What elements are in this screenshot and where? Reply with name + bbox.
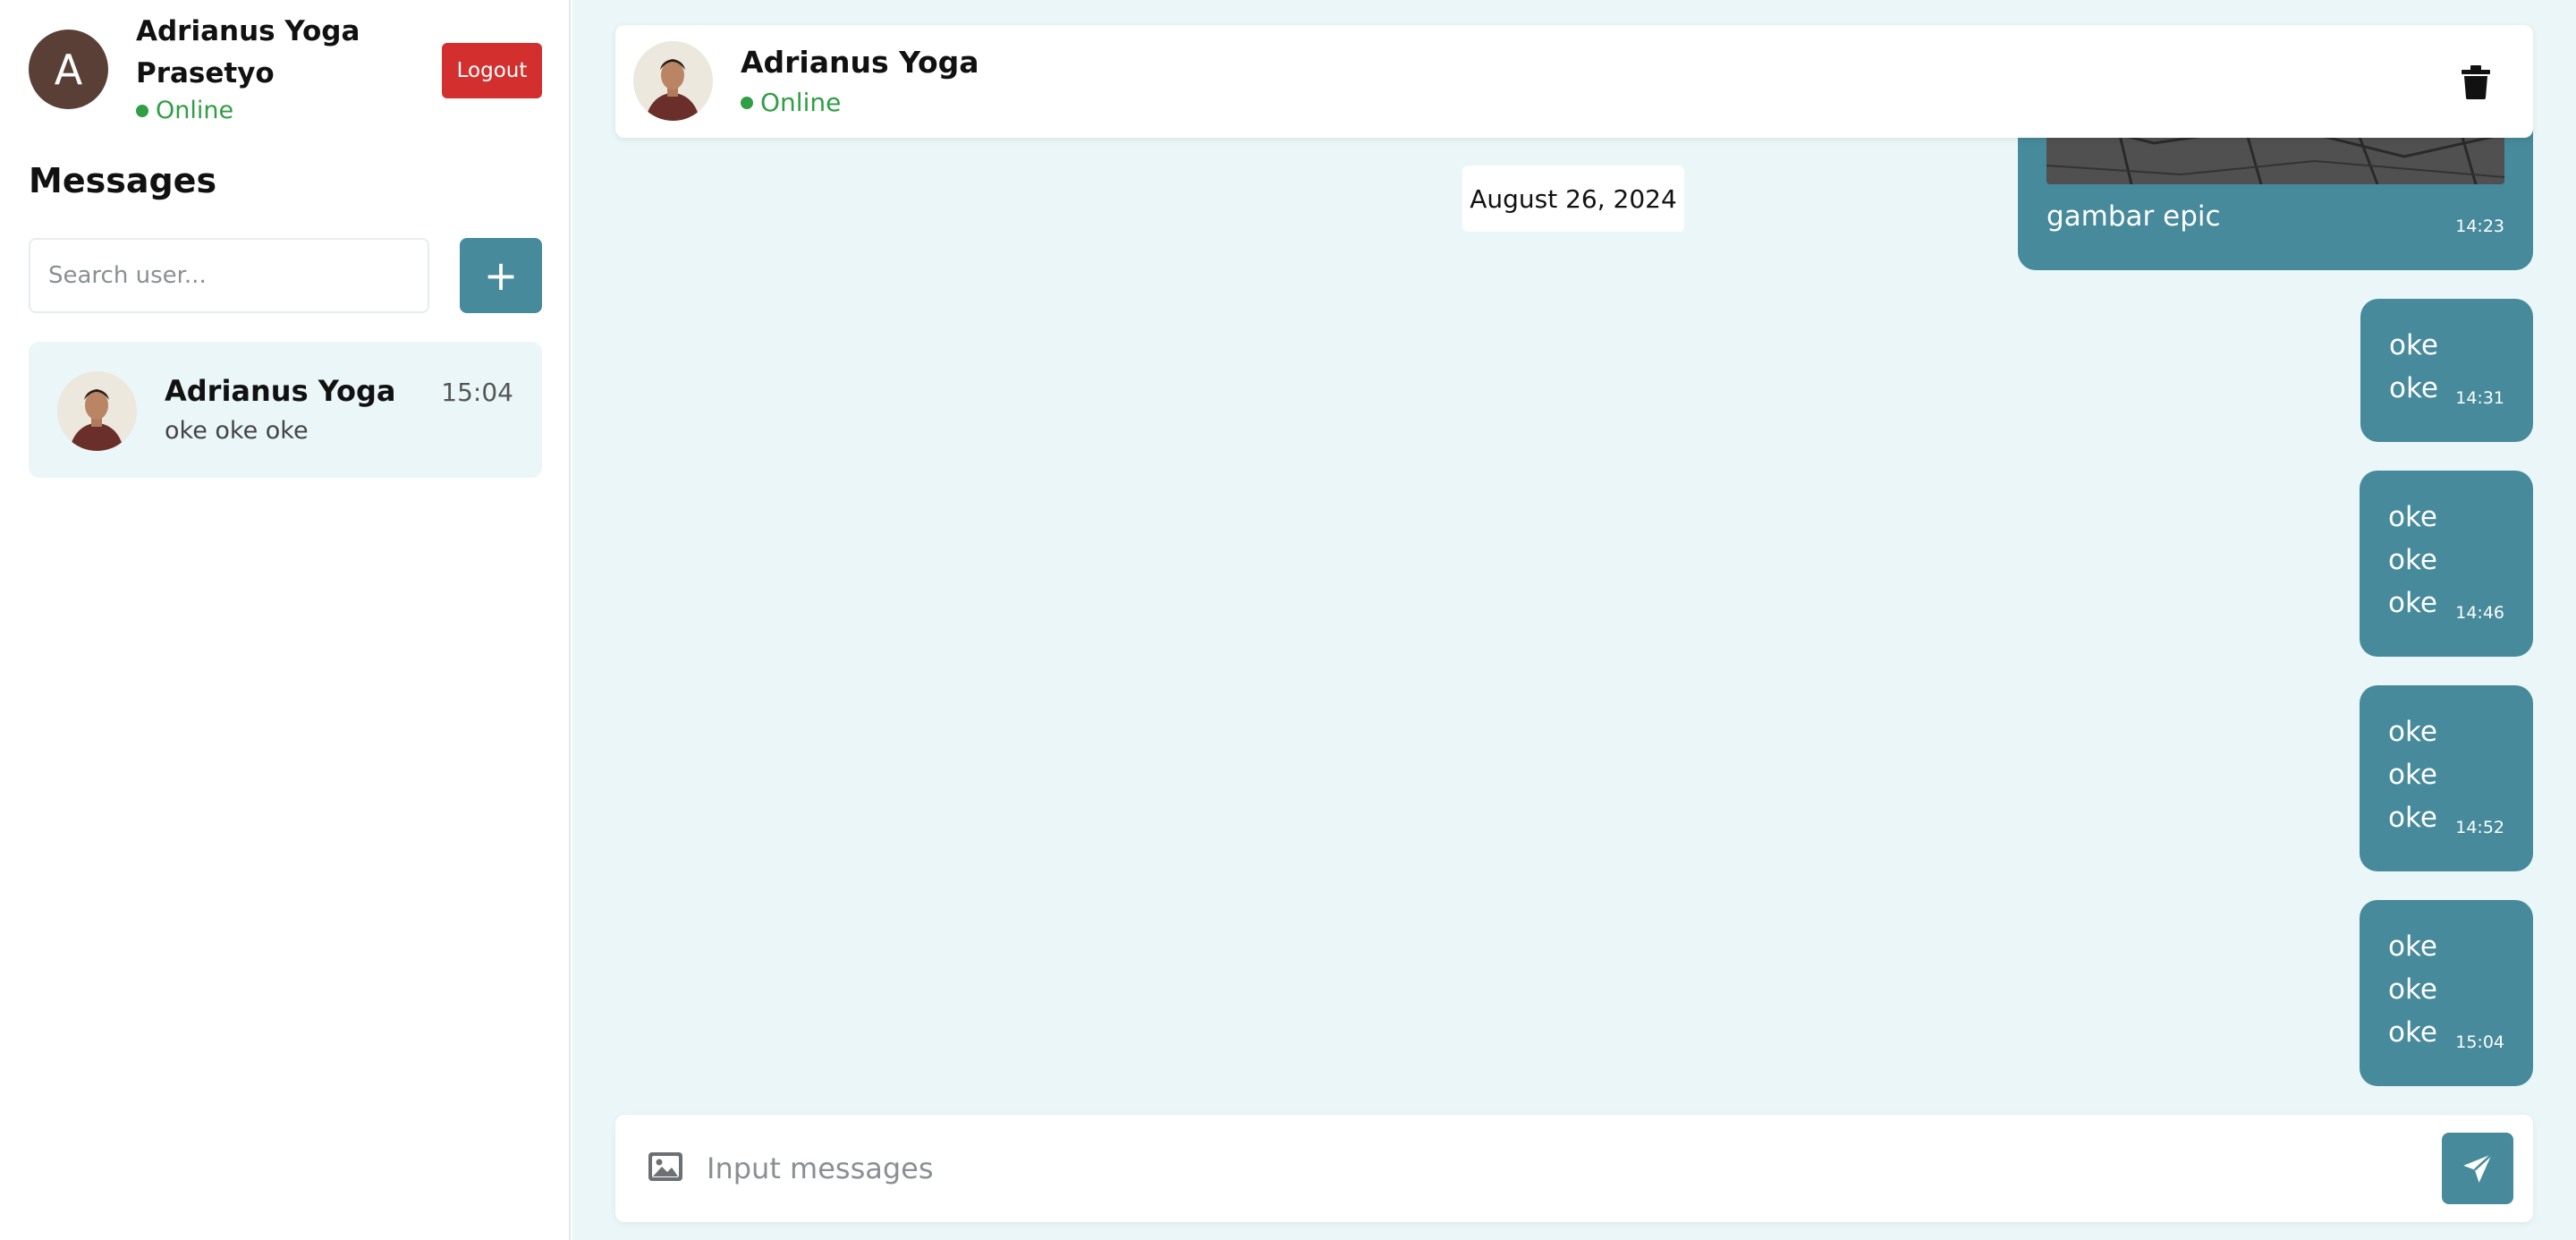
conversation-name: Adrianus Yoga bbox=[165, 374, 396, 408]
message-text: oke oke oke bbox=[2388, 501, 2437, 619]
message-bubble[interactable]: oke oke oke 14:52 bbox=[2360, 685, 2533, 871]
delete-chat-button[interactable] bbox=[2460, 64, 2492, 100]
current-user-status: Online bbox=[136, 97, 233, 124]
online-dot-icon bbox=[741, 96, 753, 109]
chat-header: Adrianus Yoga Online bbox=[615, 25, 2533, 138]
conversation-item[interactable]: Adrianus Yoga oke oke oke 15:04 bbox=[29, 342, 542, 478]
current-user-name: Adrianus Yoga Prasetyo bbox=[136, 15, 360, 89]
message-time: 14:46 bbox=[2455, 603, 2504, 623]
chat-partner-name: Adrianus Yoga bbox=[741, 45, 979, 80]
sidebar: A Adrianus Yoga Prasetyo Online Logout M… bbox=[0, 0, 571, 1240]
trash-icon bbox=[2462, 65, 2490, 99]
online-dot-icon bbox=[136, 104, 148, 117]
conversation-avatar bbox=[57, 371, 137, 451]
send-icon bbox=[2463, 1153, 2493, 1183]
search-user-input[interactable] bbox=[29, 238, 429, 313]
chat-partner-status-label: Online bbox=[760, 88, 842, 117]
chat-partner-status: Online bbox=[741, 88, 841, 117]
message-text: oke oke oke bbox=[2388, 930, 2437, 1049]
plus-icon: + bbox=[483, 251, 519, 300]
logout-button[interactable]: Logout bbox=[442, 43, 542, 98]
send-button[interactable] bbox=[2442, 1133, 2513, 1204]
conversation-preview: oke oke oke bbox=[165, 417, 309, 445]
attach-image-button[interactable] bbox=[648, 1149, 683, 1185]
current-user-status-label: Online bbox=[156, 97, 234, 124]
conversation-time: 15:04 bbox=[441, 378, 513, 407]
message-text: oke oke oke bbox=[2388, 716, 2437, 834]
message-caption: gambar epic bbox=[2046, 200, 2221, 233]
message-bubble[interactable]: oke oke 14:31 bbox=[2360, 299, 2533, 442]
message-time: 15:04 bbox=[2455, 1032, 2504, 1052]
chat-partner-avatar[interactable] bbox=[633, 41, 713, 121]
message-composer bbox=[615, 1115, 2533, 1222]
messages-title: Messages bbox=[29, 161, 217, 200]
message-bubble[interactable]: oke oke oke 14:46 bbox=[2360, 471, 2533, 657]
chat-panel: Adrianus Yoga Online August 26, 2024 gam… bbox=[572, 0, 2576, 1240]
message-text: oke oke bbox=[2389, 329, 2438, 404]
message-input[interactable] bbox=[707, 1133, 2388, 1204]
current-user-avatar[interactable]: A bbox=[29, 30, 108, 109]
image-icon bbox=[648, 1152, 682, 1181]
message-time: 14:31 bbox=[2455, 388, 2504, 408]
new-chat-button[interactable]: + bbox=[460, 238, 542, 313]
message-bubble[interactable]: oke oke oke 15:04 bbox=[2360, 900, 2533, 1086]
message-time: 14:52 bbox=[2455, 818, 2504, 837]
message-time: 14:23 bbox=[2455, 217, 2504, 236]
date-separator: August 26, 2024 bbox=[1462, 166, 1684, 232]
